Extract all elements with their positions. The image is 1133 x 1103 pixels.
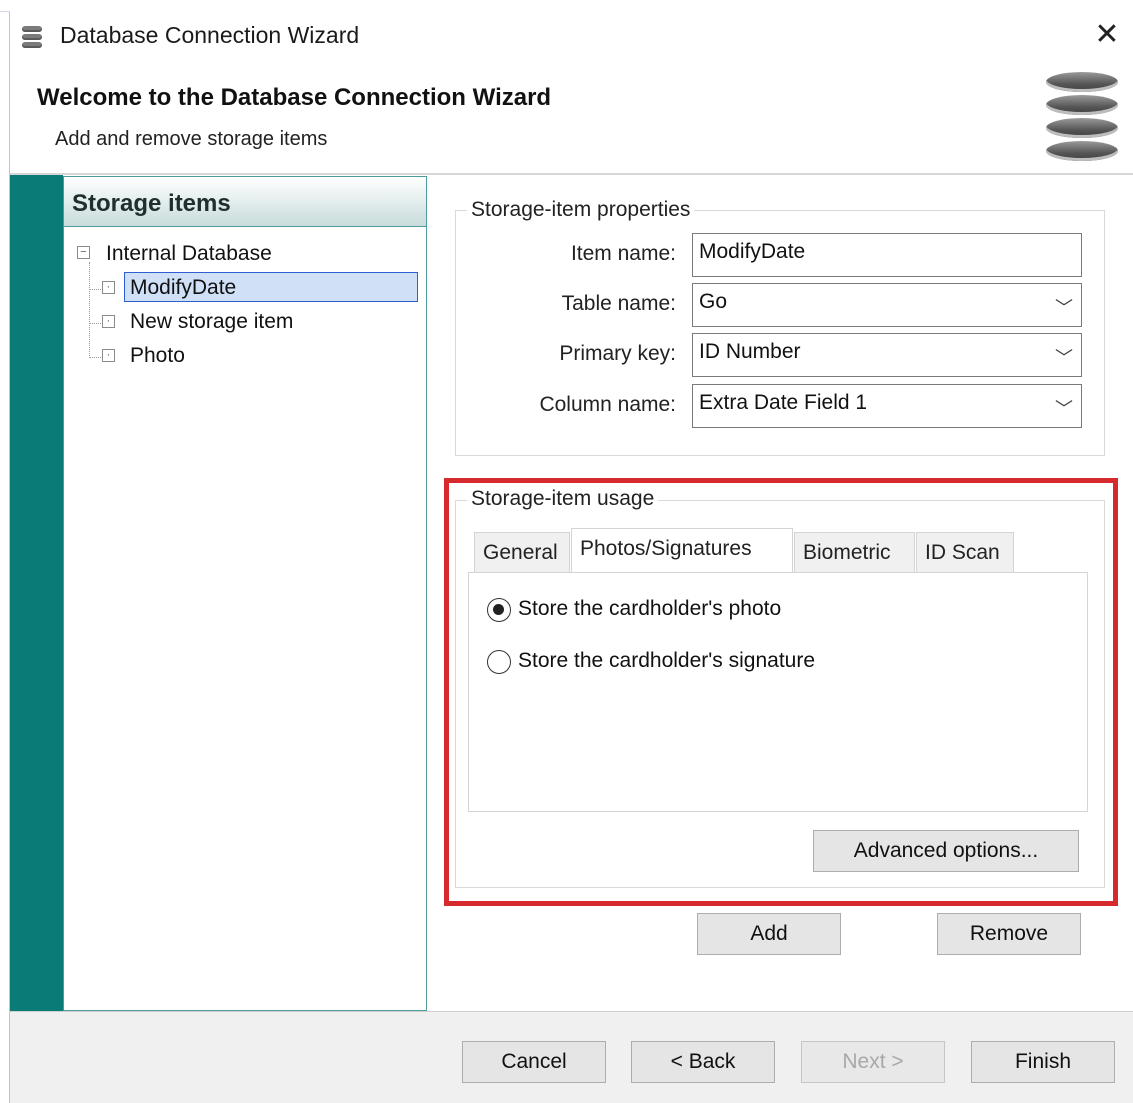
page-subtitle: Add and remove storage items	[55, 128, 328, 150]
tree-connector	[89, 262, 90, 358]
add-button[interactable]: Add	[697, 913, 841, 955]
window-left-edge	[0, 12, 10, 1103]
properties-legend: Storage-item properties	[467, 198, 695, 222]
tree-node-icon: ·	[102, 349, 115, 362]
database-stack-icon	[1046, 72, 1118, 164]
database-icon	[22, 26, 42, 48]
next-button[interactable]: Next >	[801, 1041, 945, 1083]
collapse-icon[interactable]: −	[77, 246, 90, 259]
column-name-label: Column name:	[539, 393, 676, 416]
chevron-down-icon: ﹀	[1055, 399, 1073, 419]
chevron-down-icon: ﹀	[1055, 298, 1073, 318]
tree-connector	[89, 289, 103, 290]
item-name-label: Item name:	[570, 242, 676, 265]
back-button[interactable]: < Back	[631, 1041, 775, 1083]
window-title: Database Connection Wizard	[60, 22, 360, 48]
tree-connector	[89, 357, 103, 358]
finish-button[interactable]: Finish	[971, 1041, 1115, 1083]
primary-key-label: Primary key:	[559, 342, 676, 365]
column-name-value: Extra Date Field 1	[699, 391, 868, 414]
item-name-input[interactable]: ModifyDate	[692, 233, 1082, 277]
highlight-box	[444, 478, 1118, 906]
teal-side-strip	[10, 175, 63, 1011]
table-name-value: Go	[699, 290, 728, 313]
cancel-button[interactable]: Cancel	[462, 1041, 606, 1083]
tree-item-modifydate[interactable]: ModifyDate	[130, 276, 236, 300]
primary-key-value: ID Number	[699, 340, 801, 363]
tree-item-photo[interactable]: Photo	[130, 344, 185, 368]
primary-key-select[interactable]: ID Number ﹀	[692, 333, 1082, 377]
tree-root-internal-database[interactable]: Internal Database	[106, 242, 272, 266]
tree-connector	[89, 323, 103, 324]
tree-node-icon: ·	[102, 315, 115, 328]
chevron-down-icon: ﹀	[1055, 348, 1073, 368]
column-name-select[interactable]: Extra Date Field 1 ﹀	[692, 384, 1082, 428]
storage-items-title: Storage items	[72, 190, 231, 217]
close-icon[interactable]: ✕	[1090, 18, 1124, 52]
tree-item-new-storage-item[interactable]: New storage item	[130, 310, 293, 334]
table-name-label: Table name:	[561, 292, 676, 315]
table-name-select[interactable]: Go ﹀	[692, 283, 1082, 327]
page-title: Welcome to the Database Connection Wizar…	[37, 84, 552, 111]
remove-button[interactable]: Remove	[937, 913, 1081, 955]
tree-node-icon: ·	[102, 281, 115, 294]
